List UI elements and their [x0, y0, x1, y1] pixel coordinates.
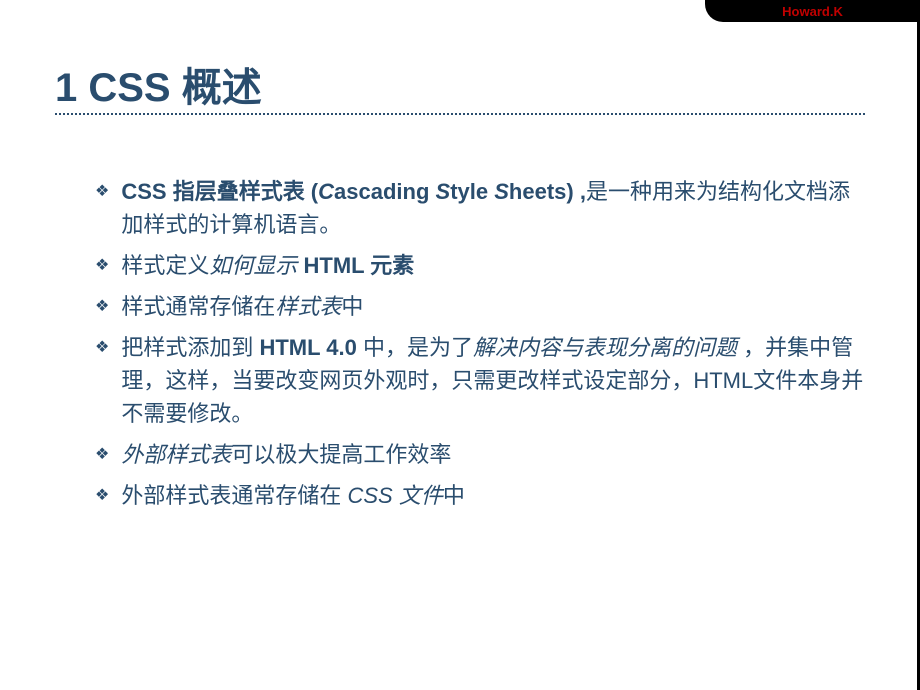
text-span: heets) , — [509, 179, 586, 204]
bullet-item: ❖ CSS 指层叠样式表 (Cascading Style Sheets) ,是… — [95, 175, 865, 241]
text-span: ascading — [334, 179, 435, 204]
bullet-item: ❖ 把样式添加到 HTML 4.0 中，是为了解决内容与表现分离的问题 ，并集中… — [95, 331, 865, 430]
diamond-bullet-icon: ❖ — [95, 336, 109, 360]
text-span: tyle — [450, 179, 494, 204]
diamond-bullet-icon: ❖ — [95, 180, 109, 204]
bullet-text: 样式通常存储在样式表中 — [121, 290, 865, 323]
bullet-text: 外部样式表通常存储在 CSS 文件中 — [121, 479, 865, 512]
text-span: CSS 文件 — [347, 483, 442, 508]
slide-title: 1 CSS 概述 — [55, 55, 262, 113]
text-span: 中 — [443, 483, 465, 508]
text-span: S — [436, 179, 451, 204]
bullet-text: CSS 指层叠样式表 (Cascading Style Sheets) ,是一种… — [121, 175, 865, 241]
text-span: 样式表 — [275, 294, 341, 319]
text-span: 解决内容与表现分离的问题 — [473, 335, 737, 360]
text-span: 样式通常存储在 — [121, 294, 275, 319]
diamond-bullet-icon: ❖ — [95, 254, 109, 278]
author-name: Howard.K — [782, 4, 843, 19]
bullet-item: ❖ 样式定义如何显示 HTML 元素 — [95, 249, 865, 282]
header-strip: Howard.K — [705, 0, 920, 22]
diamond-bullet-icon: ❖ — [95, 295, 109, 319]
text-span: 外部样式表通常存储在 — [121, 483, 347, 508]
text-span: 把样式添加到 — [121, 335, 259, 360]
text-span: 样式定义 — [121, 253, 209, 278]
text-span: 外部样式表 — [121, 442, 231, 467]
text-span: HTML 元素 — [297, 253, 414, 278]
title-underline — [55, 113, 865, 115]
diamond-bullet-icon: ❖ — [95, 443, 109, 467]
bullet-text: 外部样式表可以极大提高工作效率 — [121, 438, 865, 471]
text-span: 中 — [341, 294, 363, 319]
text-span: S — [494, 179, 509, 204]
bullet-text: 样式定义如何显示 HTML 元素 — [121, 249, 865, 282]
text-span: 如何显示 — [209, 253, 297, 278]
text-span: CSS 指层叠样式表 ( — [121, 179, 318, 204]
text-span: 可以极大提高工作效率 — [231, 442, 451, 467]
text-span: HTML 4.0 — [259, 335, 363, 360]
text-span: 中，是为了 — [363, 335, 473, 360]
diamond-bullet-icon: ❖ — [95, 484, 109, 508]
content-area: ❖ CSS 指层叠样式表 (Cascading Style Sheets) ,是… — [95, 175, 865, 520]
bullet-item: ❖ 外部样式表可以极大提高工作效率 — [95, 438, 865, 471]
bullet-item: ❖ 样式通常存储在样式表中 — [95, 290, 865, 323]
bullet-text: 把样式添加到 HTML 4.0 中，是为了解决内容与表现分离的问题 ，并集中管理… — [121, 331, 865, 430]
text-span: C — [318, 179, 334, 204]
bullet-item: ❖ 外部样式表通常存储在 CSS 文件中 — [95, 479, 865, 512]
